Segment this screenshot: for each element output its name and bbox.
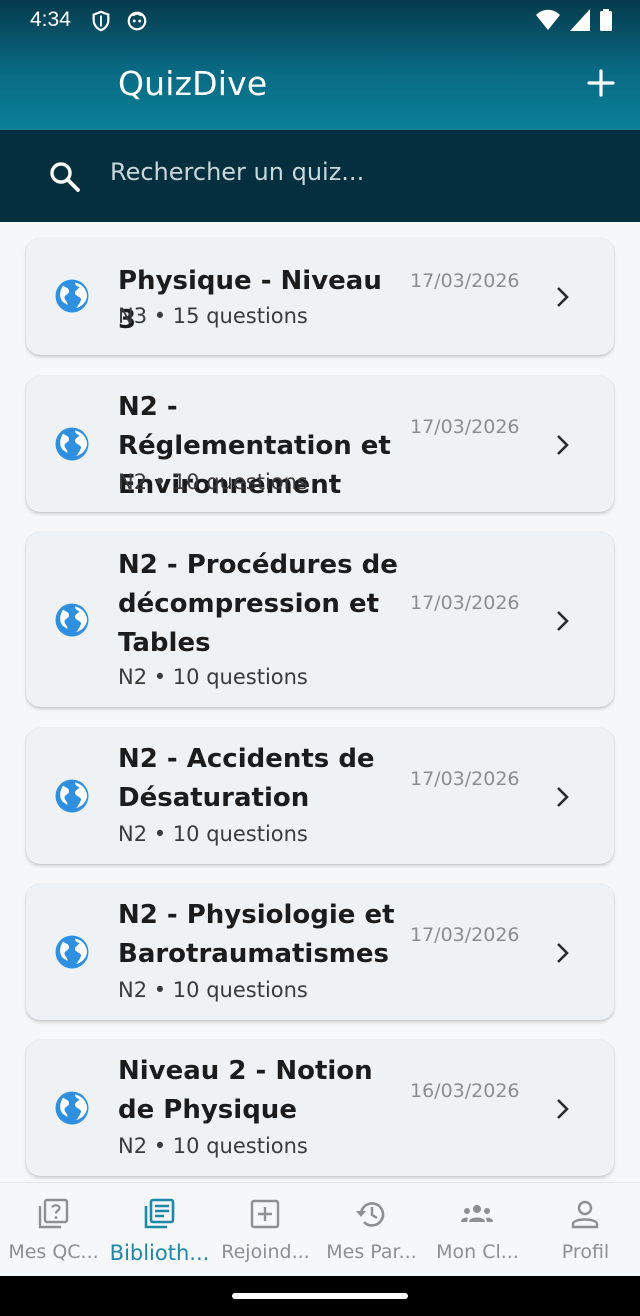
- nav-label: Biblioth...: [109, 1241, 210, 1265]
- status-time: 4:34: [30, 8, 71, 31]
- quiz-title: Niveau 2 - Notion de Physique: [118, 1056, 373, 1125]
- chevron-right-icon: [557, 435, 569, 455]
- person-icon: [571, 1200, 599, 1229]
- quiz-date: 17/03/2026: [410, 592, 520, 614]
- quiz-date: 17/03/2026: [410, 768, 520, 790]
- search-icon: [50, 162, 80, 192]
- shield-icon: [92, 10, 110, 32]
- globe-icon: [55, 603, 89, 637]
- chevron-right-icon: [557, 1099, 569, 1119]
- quiz-card[interactable]: N2 - Physiologie et Barotraumatismes N2 …: [26, 884, 614, 1020]
- signal-icon: [570, 9, 590, 31]
- home-indicator[interactable]: [232, 1293, 408, 1299]
- quiz-card[interactable]: N2 - Réglementation et Environnement N2 …: [26, 376, 614, 512]
- globe-icon: [55, 427, 89, 461]
- nav-mes-parties[interactable]: Mes Par...: [318, 1183, 425, 1277]
- quiz-card[interactable]: Physique - Niveau 3 N3 • 15 questions 17…: [26, 238, 614, 355]
- wifi-icon: [536, 9, 560, 30]
- quiz-subtitle: N2 • 10 questions: [118, 822, 308, 846]
- status-bar: 4:34: [0, 0, 640, 40]
- notification-app-icon: [127, 11, 147, 31]
- quiz-date: 17/03/2026: [410, 416, 520, 438]
- nav-mon-club[interactable]: Mon Cl...: [424, 1183, 531, 1277]
- nav-label: Mes QC...: [8, 1241, 99, 1263]
- quiz-date: 17/03/2026: [410, 924, 520, 946]
- chevron-right-icon: [557, 611, 569, 631]
- add-box-icon: [250, 1199, 280, 1229]
- quiz-subtitle: N3 • 15 questions: [118, 304, 308, 328]
- bottom-navigation: Mes QC... Biblioth... Rejoind... Mes Par…: [0, 1182, 640, 1276]
- quiz-card[interactable]: Niveau 2 - Notion de Physique N2 • 10 qu…: [26, 1040, 614, 1176]
- nav-label: Rejoind...: [221, 1241, 310, 1263]
- battery-icon: [600, 9, 612, 31]
- quiz-title: N2 - Physiologie et Barotraumatismes: [118, 900, 395, 969]
- nav-label: Mes Par...: [326, 1241, 417, 1263]
- quiz-subtitle: N2 • 10 questions: [118, 470, 308, 494]
- chevron-right-icon: [557, 943, 569, 963]
- quiz-title: N2 - Procédures de décompression et Tabl…: [118, 550, 398, 658]
- app-title: QuizDive: [118, 64, 268, 103]
- nav-profil[interactable]: Profil: [532, 1183, 639, 1277]
- history-icon: [356, 1202, 385, 1227]
- quiz-date: 16/03/2026: [410, 1080, 520, 1102]
- quiz-icon: [38, 1198, 69, 1229]
- search-input[interactable]: [110, 150, 590, 194]
- nav-rejoindre[interactable]: Rejoind...: [212, 1183, 319, 1277]
- globe-icon: [55, 935, 89, 969]
- quiz-list: Physique - Niveau 3 N3 • 15 questions 17…: [0, 222, 640, 1182]
- add-quiz-button[interactable]: [586, 68, 616, 98]
- chevron-right-icon: [557, 287, 569, 307]
- quiz-card[interactable]: N2 - Accidents de Désaturation N2 • 10 q…: [26, 728, 614, 864]
- quiz-subtitle: N2 • 10 questions: [118, 978, 308, 1002]
- nav-bibliotheque[interactable]: Biblioth...: [106, 1183, 213, 1277]
- quiz-subtitle: N2 • 10 questions: [118, 665, 308, 689]
- globe-icon: [55, 779, 89, 813]
- chevron-right-icon: [557, 787, 569, 807]
- globe-icon: [55, 1091, 89, 1125]
- quiz-card[interactable]: N2 - Procédures de décompression et Tabl…: [26, 532, 614, 707]
- nav-label: Mon Cl...: [436, 1241, 519, 1263]
- nav-label: Profil: [561, 1241, 610, 1263]
- globe-icon: [55, 279, 89, 313]
- group-icon: [461, 1205, 493, 1222]
- gesture-bar: [0, 1276, 640, 1316]
- quiz-title: N2 - Accidents de Désaturation: [118, 744, 375, 813]
- quiz-title: Physique - Niveau 3: [118, 266, 382, 335]
- quiz-date: 17/03/2026: [410, 270, 520, 292]
- quiz-subtitle: N2 • 10 questions: [118, 1134, 308, 1158]
- library-icon: [144, 1198, 175, 1229]
- nav-mes-qcm[interactable]: Mes QC...: [0, 1183, 107, 1277]
